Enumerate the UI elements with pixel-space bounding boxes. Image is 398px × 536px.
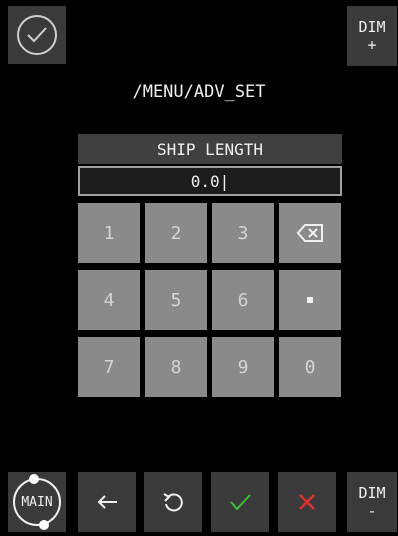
dim-minus-sign: -: [367, 502, 377, 520]
ring-dot-top: [29, 474, 39, 484]
menu-path: /MENU/ADV_SET: [132, 82, 266, 102]
dim-plus-button[interactable]: DIM +: [347, 6, 397, 66]
key-2[interactable]: 2: [145, 203, 207, 263]
key-3[interactable]: 3: [212, 203, 274, 263]
decimal-point-key[interactable]: [279, 270, 341, 330]
arrow-left-icon: [97, 495, 117, 509]
dim-plus-sign: +: [367, 36, 377, 54]
key-8[interactable]: 8: [145, 337, 207, 397]
back-button[interactable]: [78, 472, 136, 532]
value-input[interactable]: 0.0|: [78, 166, 342, 196]
cancel-button[interactable]: [278, 472, 336, 532]
backspace-key[interactable]: [279, 203, 341, 263]
field-title: SHIP LENGTH: [78, 134, 342, 164]
confirm-button[interactable]: [211, 472, 269, 532]
key-9[interactable]: 9: [212, 337, 274, 397]
main-label: MAIN: [21, 494, 53, 510]
key-5[interactable]: 5: [145, 270, 207, 330]
key-0[interactable]: 0: [279, 337, 341, 397]
cancel-icon: [299, 494, 315, 510]
key-6[interactable]: 6: [212, 270, 274, 330]
decimal-point-icon: [307, 297, 313, 303]
key-1[interactable]: 1: [78, 203, 140, 263]
dim-minus-button[interactable]: DIM -: [347, 472, 397, 532]
dim-minus-label: DIM: [358, 484, 386, 502]
backspace-icon: [296, 224, 323, 242]
check-icon: [17, 15, 57, 55]
ring-dot-bottom: [39, 520, 49, 530]
dim-plus-label: DIM: [358, 18, 386, 36]
main-button[interactable]: MAIN: [8, 472, 66, 532]
confirm-icon: [230, 494, 251, 511]
undo-icon: [163, 493, 183, 512]
main-ring: MAIN: [13, 474, 61, 530]
key-4[interactable]: 4: [78, 270, 140, 330]
accept-button[interactable]: [8, 6, 66, 64]
key-7[interactable]: 7: [78, 337, 140, 397]
undo-button[interactable]: [144, 472, 202, 532]
